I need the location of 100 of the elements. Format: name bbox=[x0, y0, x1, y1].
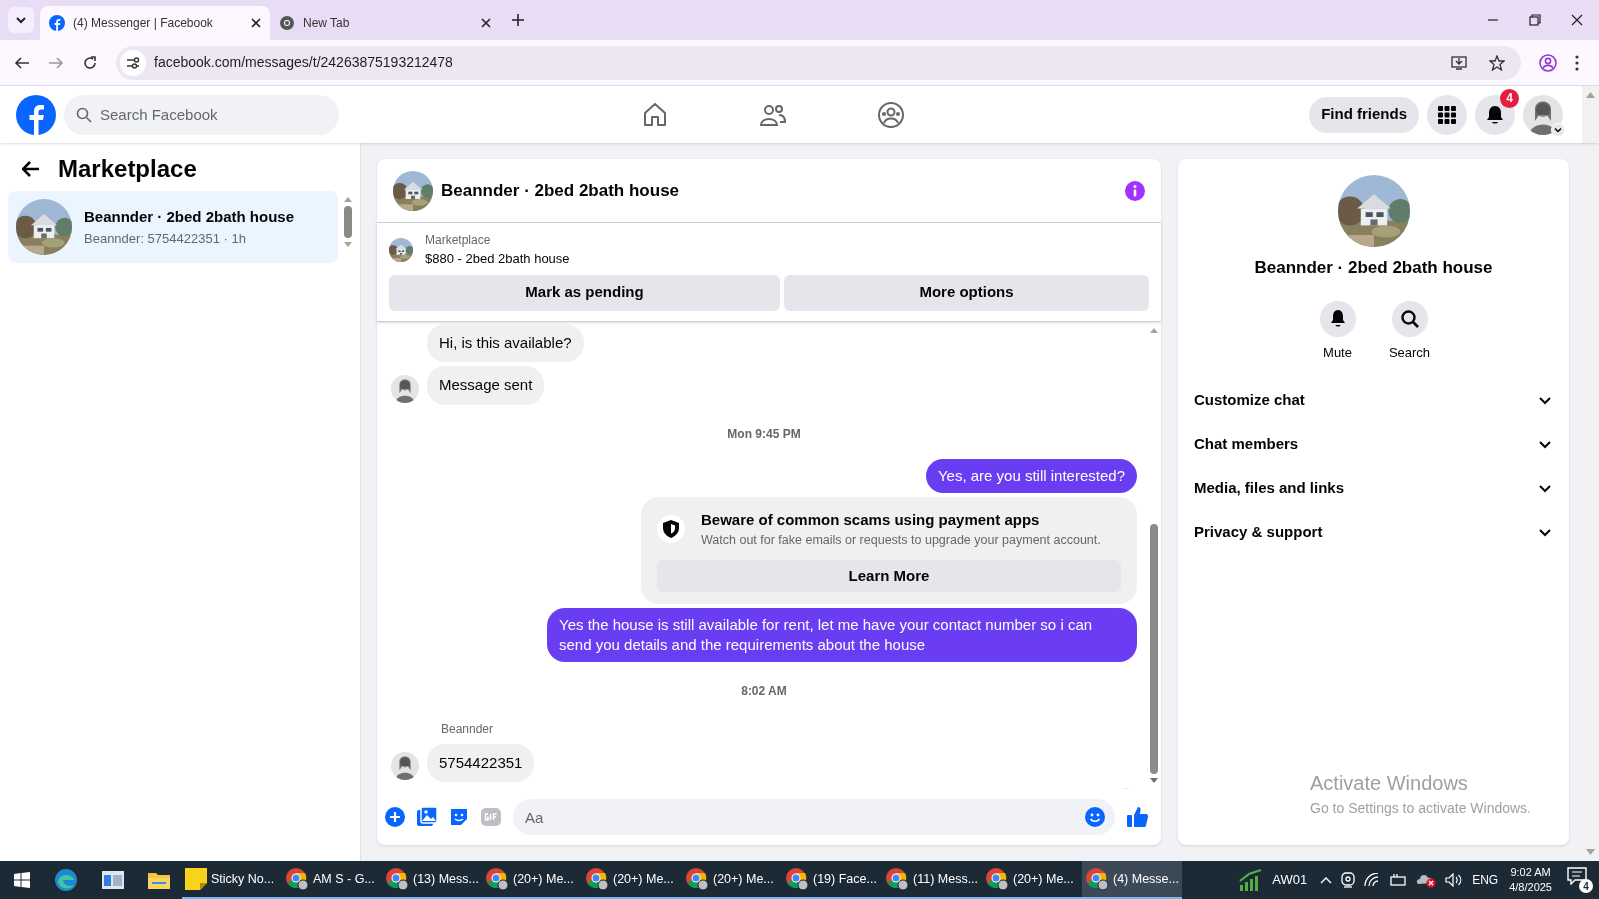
clock-time[interactable]: 9:02 AM bbox=[1510, 865, 1551, 880]
chrome-icon bbox=[1085, 867, 1109, 891]
action-button[interactable]: Mark as pending bbox=[389, 274, 780, 311]
tab-list-button[interactable] bbox=[8, 7, 34, 33]
taskbar-app[interactable]: (20+) Me... bbox=[582, 861, 682, 899]
scroll-down-icon[interactable] bbox=[1150, 778, 1158, 783]
tab-title: (4) Messenger | Facebook bbox=[73, 15, 214, 32]
message-bubble: Yes the house is still available for rent, let me have your contact number so i can send you details and the requirements about the house bbox=[547, 607, 1137, 662]
speaker-icon[interactable] bbox=[1445, 873, 1464, 887]
grid-icon bbox=[1438, 105, 1456, 124]
learn-more-button[interactable]: Learn More bbox=[657, 559, 1121, 592]
chevron-icon bbox=[1539, 526, 1551, 538]
taskbar-app[interactable]: AM S - G... bbox=[282, 861, 382, 899]
emoji-icon[interactable] bbox=[1085, 807, 1105, 827]
section-row[interactable]: Customize chat bbox=[1194, 378, 1553, 422]
camera-icon[interactable] bbox=[1341, 872, 1356, 888]
conversation-preview: Beannder: 5754422351 · 1h bbox=[84, 229, 247, 248]
section-row[interactable]: Privacy & support bbox=[1194, 510, 1553, 554]
taskbar-app[interactable]: (20+) Me... bbox=[682, 861, 782, 899]
close-icon[interactable] bbox=[251, 18, 261, 28]
activation-title: Activate Windows bbox=[1310, 771, 1469, 796]
section-row[interactable]: Media, files and links bbox=[1194, 466, 1553, 510]
star-icon[interactable] bbox=[1489, 54, 1505, 71]
notice-title: Beware of common scams using payment apps bbox=[701, 509, 1041, 530]
taskbar-app[interactable]: (11) Mess... bbox=[882, 861, 982, 899]
sidebar-title: Marketplace bbox=[58, 154, 197, 184]
chevron-up-icon[interactable] bbox=[1320, 876, 1333, 884]
chrome-icon bbox=[385, 867, 409, 891]
chart-growth-icon bbox=[1239, 869, 1264, 891]
find-friends-button[interactable]: Find friends bbox=[1309, 96, 1419, 133]
cloud-offline-icon[interactable] bbox=[1416, 872, 1437, 888]
chrome-icon bbox=[285, 867, 309, 891]
plus-icon[interactable] bbox=[512, 14, 524, 26]
wifi-icon[interactable] bbox=[1364, 873, 1381, 887]
message-bubble: Yes, are you still interested? bbox=[925, 458, 1137, 493]
chevron-down-icon[interactable] bbox=[1554, 125, 1562, 134]
more-icon[interactable] bbox=[1575, 54, 1579, 71]
home-icon[interactable] bbox=[641, 100, 669, 129]
action-button[interactable]: More options bbox=[784, 274, 1149, 311]
info-icon[interactable] bbox=[1125, 180, 1145, 201]
listing-label: Marketplace bbox=[425, 232, 492, 249]
chrome-icon bbox=[485, 867, 509, 891]
plus-circle-icon[interactable] bbox=[385, 807, 405, 827]
reload-icon[interactable] bbox=[82, 54, 98, 71]
facebook-logo[interactable] bbox=[16, 94, 56, 135]
avatar bbox=[391, 374, 419, 403]
menu-button[interactable] bbox=[1427, 94, 1467, 135]
edge-icon[interactable] bbox=[54, 868, 78, 892]
taskbar-app[interactable]: (4) Messe... bbox=[1082, 861, 1182, 899]
notification-badge: 4 bbox=[1500, 88, 1519, 108]
close-icon[interactable] bbox=[481, 18, 491, 28]
browser-tab[interactable]: New Tab bbox=[270, 6, 500, 40]
conversation-item[interactable]: Beannder · 2bed 2bath house Beannder: 5754422351 · 1h bbox=[8, 191, 338, 263]
sticker-icon[interactable] bbox=[449, 807, 469, 827]
taskbar-app[interactable]: (19) Face... bbox=[782, 861, 882, 899]
battery-icon[interactable] bbox=[1389, 873, 1408, 887]
folder-icon[interactable] bbox=[148, 871, 170, 889]
listing-title: $880 - 2bed 2bath house bbox=[425, 250, 570, 268]
chrome-icon bbox=[685, 867, 709, 891]
clock-date[interactable]: 4/8/2025 bbox=[1509, 880, 1552, 895]
search-field[interactable]: Search Facebook bbox=[64, 94, 339, 135]
message-field[interactable]: Aa bbox=[513, 799, 1115, 835]
groups-icon[interactable] bbox=[877, 100, 905, 129]
message-bubble: 5754422351 bbox=[427, 743, 535, 783]
bell-icon bbox=[1485, 104, 1505, 125]
back-arrow-icon[interactable] bbox=[22, 160, 40, 178]
back-icon[interactable] bbox=[14, 54, 30, 71]
sender-name: Beannder bbox=[441, 721, 494, 736]
timestamp: Mon 9:45 PM bbox=[727, 425, 801, 443]
install-icon[interactable] bbox=[1451, 54, 1467, 71]
thumbs-up-icon[interactable] bbox=[1127, 806, 1149, 828]
taskbar-app[interactable]: (13) Mess... bbox=[382, 861, 482, 899]
profile-icon[interactable] bbox=[1539, 53, 1557, 72]
restore-icon[interactable] bbox=[1529, 14, 1541, 26]
chevron-icon bbox=[1539, 482, 1551, 494]
contact-name: Beannder · 2bed 2bath house bbox=[1254, 257, 1493, 279]
close-icon[interactable] bbox=[1571, 14, 1583, 26]
forward-icon[interactable] bbox=[48, 54, 64, 71]
address-bar[interactable]: facebook.com/messages/t/24263875193212478 bbox=[116, 45, 1521, 80]
scrollbar-thumb[interactable] bbox=[1150, 524, 1158, 774]
timestamp: 8:02 AM bbox=[741, 682, 787, 700]
language-indicator[interactable]: ENG bbox=[1472, 871, 1499, 889]
taskbar-app[interactable]: (20+) Me... bbox=[482, 861, 582, 899]
notice-text: Watch out for fake emails or requests to upgrade your payment account. bbox=[701, 532, 1101, 549]
facebook-icon bbox=[49, 15, 65, 31]
window-icon[interactable] bbox=[102, 871, 124, 889]
chrome-icon bbox=[785, 867, 809, 891]
browser-tab[interactable]: (4) Messenger | Facebook bbox=[40, 6, 270, 40]
conversation-title: Beannder · 2bed 2bath house bbox=[84, 207, 295, 227]
section-row[interactable]: Chat members bbox=[1194, 422, 1553, 466]
taskbar-app[interactable]: Sticky No... bbox=[182, 861, 282, 899]
notifications-button[interactable] bbox=[1475, 94, 1515, 135]
chevron-icon bbox=[1539, 394, 1551, 406]
tab-title: New Tab bbox=[303, 15, 351, 32]
search-icon bbox=[1399, 308, 1420, 329]
chat-title: Beannder · 2bed 2bath house bbox=[441, 179, 681, 202]
image-icon[interactable] bbox=[417, 807, 437, 827]
scrollbar-thumb[interactable] bbox=[344, 206, 352, 238]
site-settings-icon[interactable] bbox=[126, 55, 140, 70]
windows-start-icon[interactable] bbox=[14, 872, 30, 888]
